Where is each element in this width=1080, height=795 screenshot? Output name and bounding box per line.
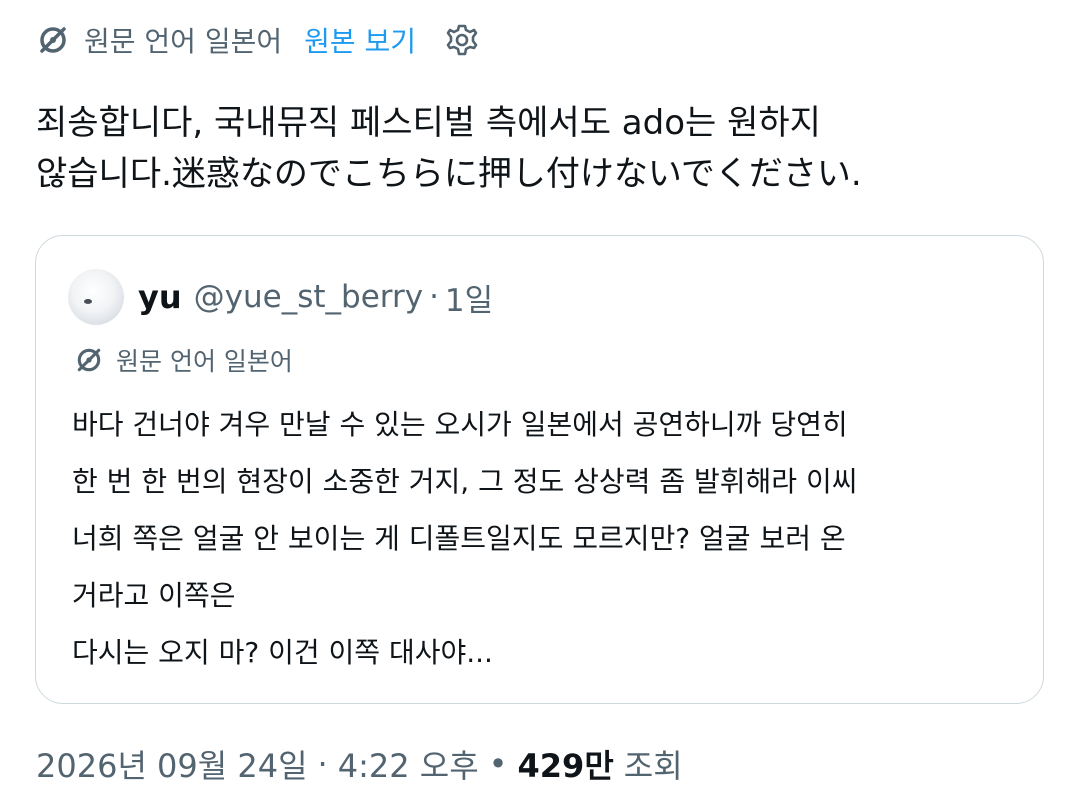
tweet-date[interactable]: 2026년 09월 24일	[36, 741, 308, 787]
quote-header: yu @yue_st_berry · 1일	[68, 266, 493, 328]
quote-tweet-card[interactable]: yu @yue_st_berry · 1일 원문 언어 일본어 바다 건너야 겨…	[35, 235, 1044, 704]
translate-icon	[36, 23, 70, 57]
tweet-time[interactable]: 4:22 오후	[338, 741, 479, 787]
translate-icon	[74, 345, 104, 375]
translation-bar: 원문 언어 일본어 원본 보기	[36, 16, 482, 64]
quote-text-line: 너희 쪽은 얼굴 안 보이는 게 디폴트일지도 모르지만? 얼굴 보러 온	[72, 522, 846, 555]
tweet-text-line: 않습니다.迷惑なのでこちらに押し付けないでください.	[36, 154, 862, 194]
quote-display-name[interactable]: yu	[138, 278, 182, 316]
quote-timestamp[interactable]: 1일	[445, 275, 493, 320]
views-count[interactable]: 429만	[518, 741, 614, 787]
quote-text-line: 거라고 이쪽은	[72, 579, 236, 612]
tweet-text-line: 죄송합니다, 국내뮤직 페스티벌 측에서도 ado는 원하지	[36, 103, 821, 143]
show-original-link[interactable]: 원본 보기	[304, 20, 416, 60]
quote-handle[interactable]: @yue_st_berry	[194, 279, 423, 315]
views-label: 조회	[623, 747, 683, 785]
tweet-text: 죄송합니다, 국내뮤직 페스티벌 측에서도 ado는 원하지 않습니다.迷惑なの…	[36, 98, 1036, 200]
meta-separator: •	[488, 745, 508, 783]
tweet-detail: 원문 언어 일본어 원본 보기 죄송합니다, 국내뮤직 페스티벌 측에서도 ad…	[0, 0, 1080, 795]
quote-translation-bar: 원문 언어 일본어	[74, 340, 293, 380]
meta-separator: ·	[317, 745, 328, 783]
quote-text-line: 바다 건너야 겨우 만날 수 있는 오시가 일본에서 공연하니까 당연히	[72, 408, 848, 441]
gear-icon[interactable]	[442, 20, 482, 60]
quote-text-line: 다시는 오지 마? 이건 이쪽 대사야...	[72, 636, 493, 669]
avatar[interactable]	[68, 269, 124, 325]
quote-text-line: 한 번 한 번의 현장이 소중한 거지, 그 정도 상상력 좀 발휘해라 이씨	[72, 465, 858, 498]
tweet-meta: 2026년 09월 24일 · 4:22 오후 • 429만 조회	[36, 738, 683, 790]
quote-text: 바다 건너야 겨우 만날 수 있는 오시가 일본에서 공연하니까 당연히 한 번…	[72, 396, 1022, 681]
original-language-label: 원문 언어 일본어	[84, 25, 283, 58]
quote-separator: ·	[429, 279, 439, 315]
quote-original-language-label: 원문 언어 일본어	[116, 347, 293, 376]
